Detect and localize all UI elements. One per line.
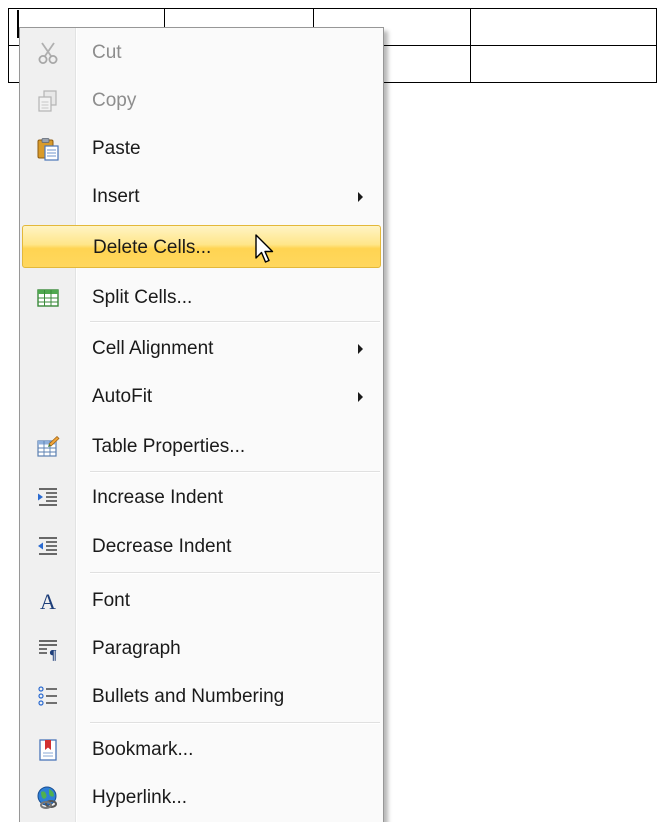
menu-item-label: Hyperlink...	[92, 787, 188, 808]
font-icon: A	[36, 589, 60, 613]
menu-item-label: Bookmark...	[92, 739, 194, 760]
menu-separator	[90, 722, 380, 724]
scissors-icon	[36, 41, 60, 65]
document-page: Cut Copy Paste Insert Delete Cells... Sp…	[0, 0, 657, 822]
table-cell[interactable]	[469, 45, 657, 83]
submenu-arrow-icon	[358, 392, 363, 402]
submenu-arrow-icon	[358, 192, 363, 202]
table-properties-icon	[36, 435, 60, 459]
menu-item-insert[interactable]: Insert	[22, 175, 381, 218]
menu-item-cell-alignment[interactable]: Cell Alignment	[22, 327, 381, 370]
menu-item-increase-indent[interactable]: Increase Indent	[22, 476, 381, 519]
menu-separator	[90, 572, 380, 574]
submenu-arrow-icon	[358, 344, 363, 354]
decrease-indent-icon	[36, 535, 60, 559]
menu-item-label: Paste	[92, 138, 141, 159]
bookmark-icon	[36, 738, 60, 762]
menu-item-label: Split Cells...	[92, 287, 193, 308]
menu-item-label: Font	[92, 590, 131, 611]
menu-item-delete-cells[interactable]: Delete Cells...	[22, 225, 381, 268]
menu-item-label: Bullets and Numbering	[92, 686, 285, 707]
menu-item-copy[interactable]: Copy	[22, 79, 381, 122]
menu-item-paragraph[interactable]: ¶ Paragraph	[22, 627, 381, 670]
menu-item-label: Decrease Indent	[92, 536, 232, 557]
menu-item-label: Copy	[92, 90, 137, 111]
menu-item-label: AutoFit	[92, 386, 153, 407]
menu-item-label: Cell Alignment	[92, 338, 214, 359]
menu-item-label: Delete Cells...	[93, 237, 212, 258]
menu-item-label: Paragraph	[92, 638, 181, 659]
hyperlink-globe-icon	[36, 786, 60, 810]
menu-item-label: Insert	[92, 186, 140, 207]
menu-separator	[90, 471, 380, 473]
svg-text:A: A	[40, 589, 56, 613]
table-cell[interactable]	[469, 8, 657, 46]
menu-item-cut[interactable]: Cut	[22, 31, 381, 74]
menu-item-bookmark[interactable]: Bookmark...	[22, 728, 381, 771]
menu-item-hyperlink[interactable]: Hyperlink...	[22, 776, 381, 819]
clipboard-paste-icon	[36, 137, 60, 161]
menu-item-label: Increase Indent	[92, 487, 223, 508]
copy-icon	[36, 89, 60, 113]
menu-item-decrease-indent[interactable]: Decrease Indent	[22, 525, 381, 568]
menu-item-label: Cut	[92, 42, 122, 63]
menu-item-split-cells[interactable]: Split Cells...	[22, 276, 381, 319]
increase-indent-icon	[36, 486, 60, 510]
numbered-list-icon	[36, 685, 60, 709]
context-menu: Cut Copy Paste Insert Delete Cells... Sp…	[19, 27, 384, 822]
mouse-pointer-icon	[254, 233, 276, 272]
menu-item-font[interactable]: A Font	[22, 579, 381, 622]
paragraph-icon: ¶	[36, 637, 60, 661]
menu-item-label: Table Properties...	[92, 436, 246, 457]
menu-item-autofit[interactable]: AutoFit	[22, 375, 381, 418]
menu-item-bullets-and-numbering[interactable]: Bullets and Numbering	[22, 675, 381, 718]
menu-separator	[90, 321, 380, 323]
menu-item-table-properties[interactable]: Table Properties...	[22, 425, 381, 468]
menu-item-paste[interactable]: Paste	[22, 127, 381, 170]
table-grid-icon	[36, 286, 60, 310]
svg-text:¶: ¶	[49, 648, 57, 661]
